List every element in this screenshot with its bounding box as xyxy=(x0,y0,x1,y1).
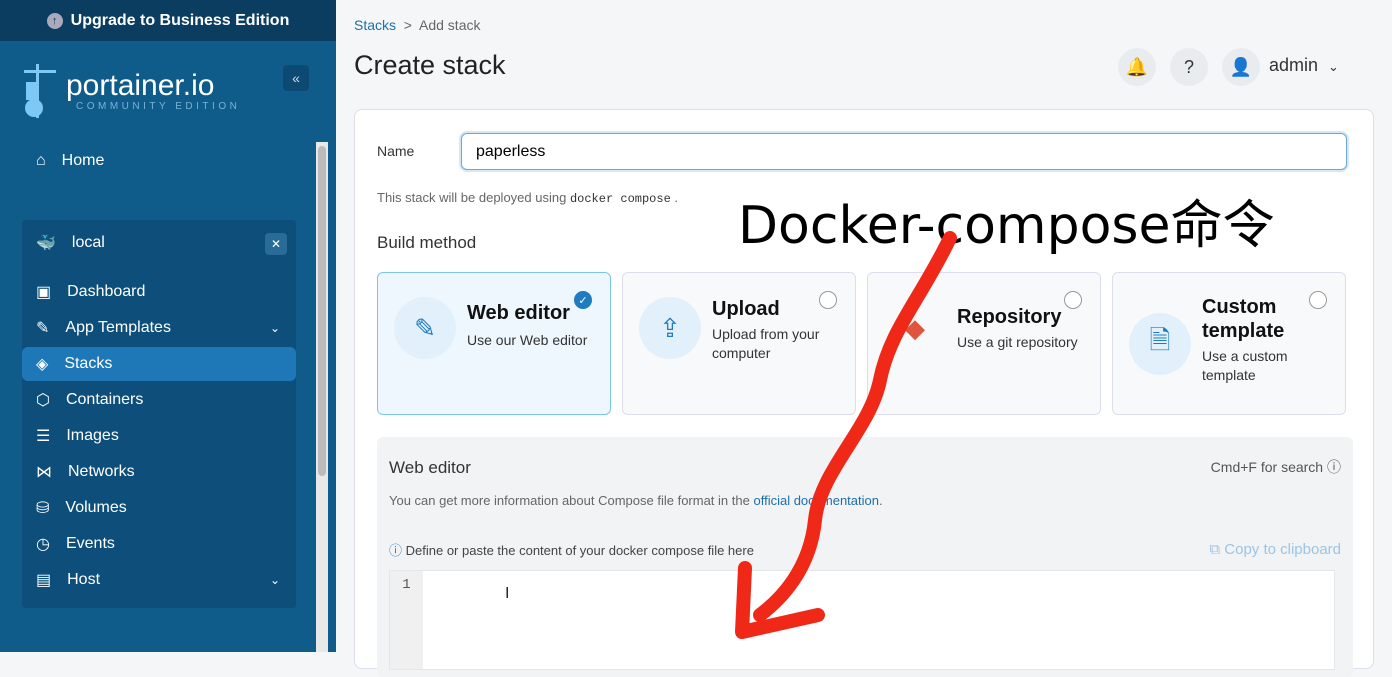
help-button[interactable]: ? xyxy=(1170,48,1208,86)
server-icon: ▤ xyxy=(36,572,52,589)
sidebar-item-events[interactable]: ◷ Events xyxy=(22,527,296,561)
copy-to-clipboard-button[interactable]: ⧉ Copy to clipboard xyxy=(1209,541,1341,558)
user-icon: 👤 xyxy=(1229,56,1253,77)
clock-icon: ◷ xyxy=(36,536,50,553)
sidebar-item-app-templates[interactable]: ✎ App Templates ⌄ xyxy=(22,311,296,345)
build-method-web-editor[interactable]: ✎ Web editor Use our Web editor ✓ xyxy=(377,272,611,415)
dashboard-icon: ▣ xyxy=(36,284,52,301)
build-method-custom-template[interactable]: 🗎 Custom template Use a custom template xyxy=(1112,272,1346,415)
environment-local[interactable]: 🐳 local xyxy=(22,226,296,260)
build-method-repository[interactable]: ◆ Repository Use a git repository xyxy=(867,272,1101,415)
sidebar-item-stacks[interactable]: ◈ Stacks xyxy=(22,347,296,381)
sidebar-item-volumes[interactable]: ⛁ Volumes xyxy=(22,491,296,525)
docker-icon: 🐳 xyxy=(36,235,56,252)
annotation-text: Docker-compose命令 xyxy=(738,196,1275,256)
git-icon: ◆ xyxy=(905,312,925,343)
database-icon: ⛁ xyxy=(36,500,50,517)
sidebar-item-host[interactable]: ▤ Host ⌄ xyxy=(22,563,296,597)
file-text-icon: 🗎 xyxy=(1129,313,1191,375)
sidebar-scrollbar[interactable] xyxy=(316,142,328,652)
breadcrumb-stacks[interactable]: Stacks xyxy=(354,17,396,33)
radio-button[interactable] xyxy=(1064,291,1082,309)
radio-button[interactable] xyxy=(819,291,837,309)
edit-icon: ✎ xyxy=(394,297,456,359)
list-icon: ☰ xyxy=(36,428,51,445)
help-icon: ? xyxy=(1183,56,1194,77)
web-editor-section: Web editor Cmd+F for search ⓘ You can ge… xyxy=(377,437,1353,677)
copy-icon: ⧉ xyxy=(1209,541,1221,558)
name-input[interactable] xyxy=(461,133,1347,170)
edit-icon: ✎ xyxy=(36,320,50,337)
close-environment-button[interactable]: ✕ xyxy=(265,233,287,255)
help-icon: ⓘ xyxy=(1327,459,1341,475)
radio-button[interactable] xyxy=(1309,291,1327,309)
sidebar-item-dashboard[interactable]: ▣ Dashboard xyxy=(22,275,296,309)
user-avatar[interactable]: 👤 xyxy=(1222,48,1260,86)
chevron-down-icon: ⌄ xyxy=(1328,59,1339,74)
radio-button[interactable]: ✓ xyxy=(574,291,592,309)
info-icon: ⓘ xyxy=(389,543,403,558)
main-content: Stacks > Add stack Create stack 🔔 ? 👤 ad… xyxy=(336,0,1392,677)
sidebar: ↑ Upgrade to Business Edition portainer.i… xyxy=(0,0,336,652)
logo: portainer.io COMMUNITY EDITION xyxy=(22,64,240,118)
breadcrumb: Stacks > Add stack xyxy=(354,17,481,33)
chevron-down-icon: ⌄ xyxy=(269,321,280,335)
sidebar-item-containers[interactable]: ⬡ Containers xyxy=(22,383,296,417)
page-title: Create stack xyxy=(354,50,506,80)
layers-icon: ◈ xyxy=(36,356,49,373)
documentation-link[interactable]: official documentation xyxy=(753,493,879,508)
box-icon: ⬡ xyxy=(36,392,50,409)
sidebar-item-home[interactable]: ⌂ Home xyxy=(22,144,296,178)
upgrade-button[interactable]: ↑ Upgrade to Business Edition xyxy=(0,0,336,41)
search-hint: Cmd+F for search ⓘ xyxy=(1210,459,1341,475)
sidebar-item-networks[interactable]: ⋈ Networks xyxy=(22,455,296,489)
code-editor[interactable]: 1I xyxy=(389,570,1335,670)
bell-icon: 🔔 xyxy=(1125,56,1149,77)
arrow-up-icon: ↑ xyxy=(46,12,63,29)
home-icon: ⌂ xyxy=(36,152,46,169)
build-method-upload[interactable]: ⇪ Upload Upload from your computer xyxy=(622,272,856,415)
upload-cloud-icon: ⇪ xyxy=(639,297,701,359)
user-menu[interactable]: admin ⌄ xyxy=(1269,55,1339,76)
notifications-button[interactable]: 🔔 xyxy=(1118,48,1156,86)
collapse-sidebar-button[interactable]: « xyxy=(283,65,309,91)
share-icon: ⋈ xyxy=(36,464,52,481)
chevron-down-icon: ⌄ xyxy=(269,573,280,587)
sidebar-item-images[interactable]: ☰ Images xyxy=(22,419,296,453)
deploy-hint: This stack will be deployed using docker… xyxy=(377,190,679,206)
text-cursor-icon: I xyxy=(505,585,510,602)
portainer-logo-icon xyxy=(24,64,56,118)
